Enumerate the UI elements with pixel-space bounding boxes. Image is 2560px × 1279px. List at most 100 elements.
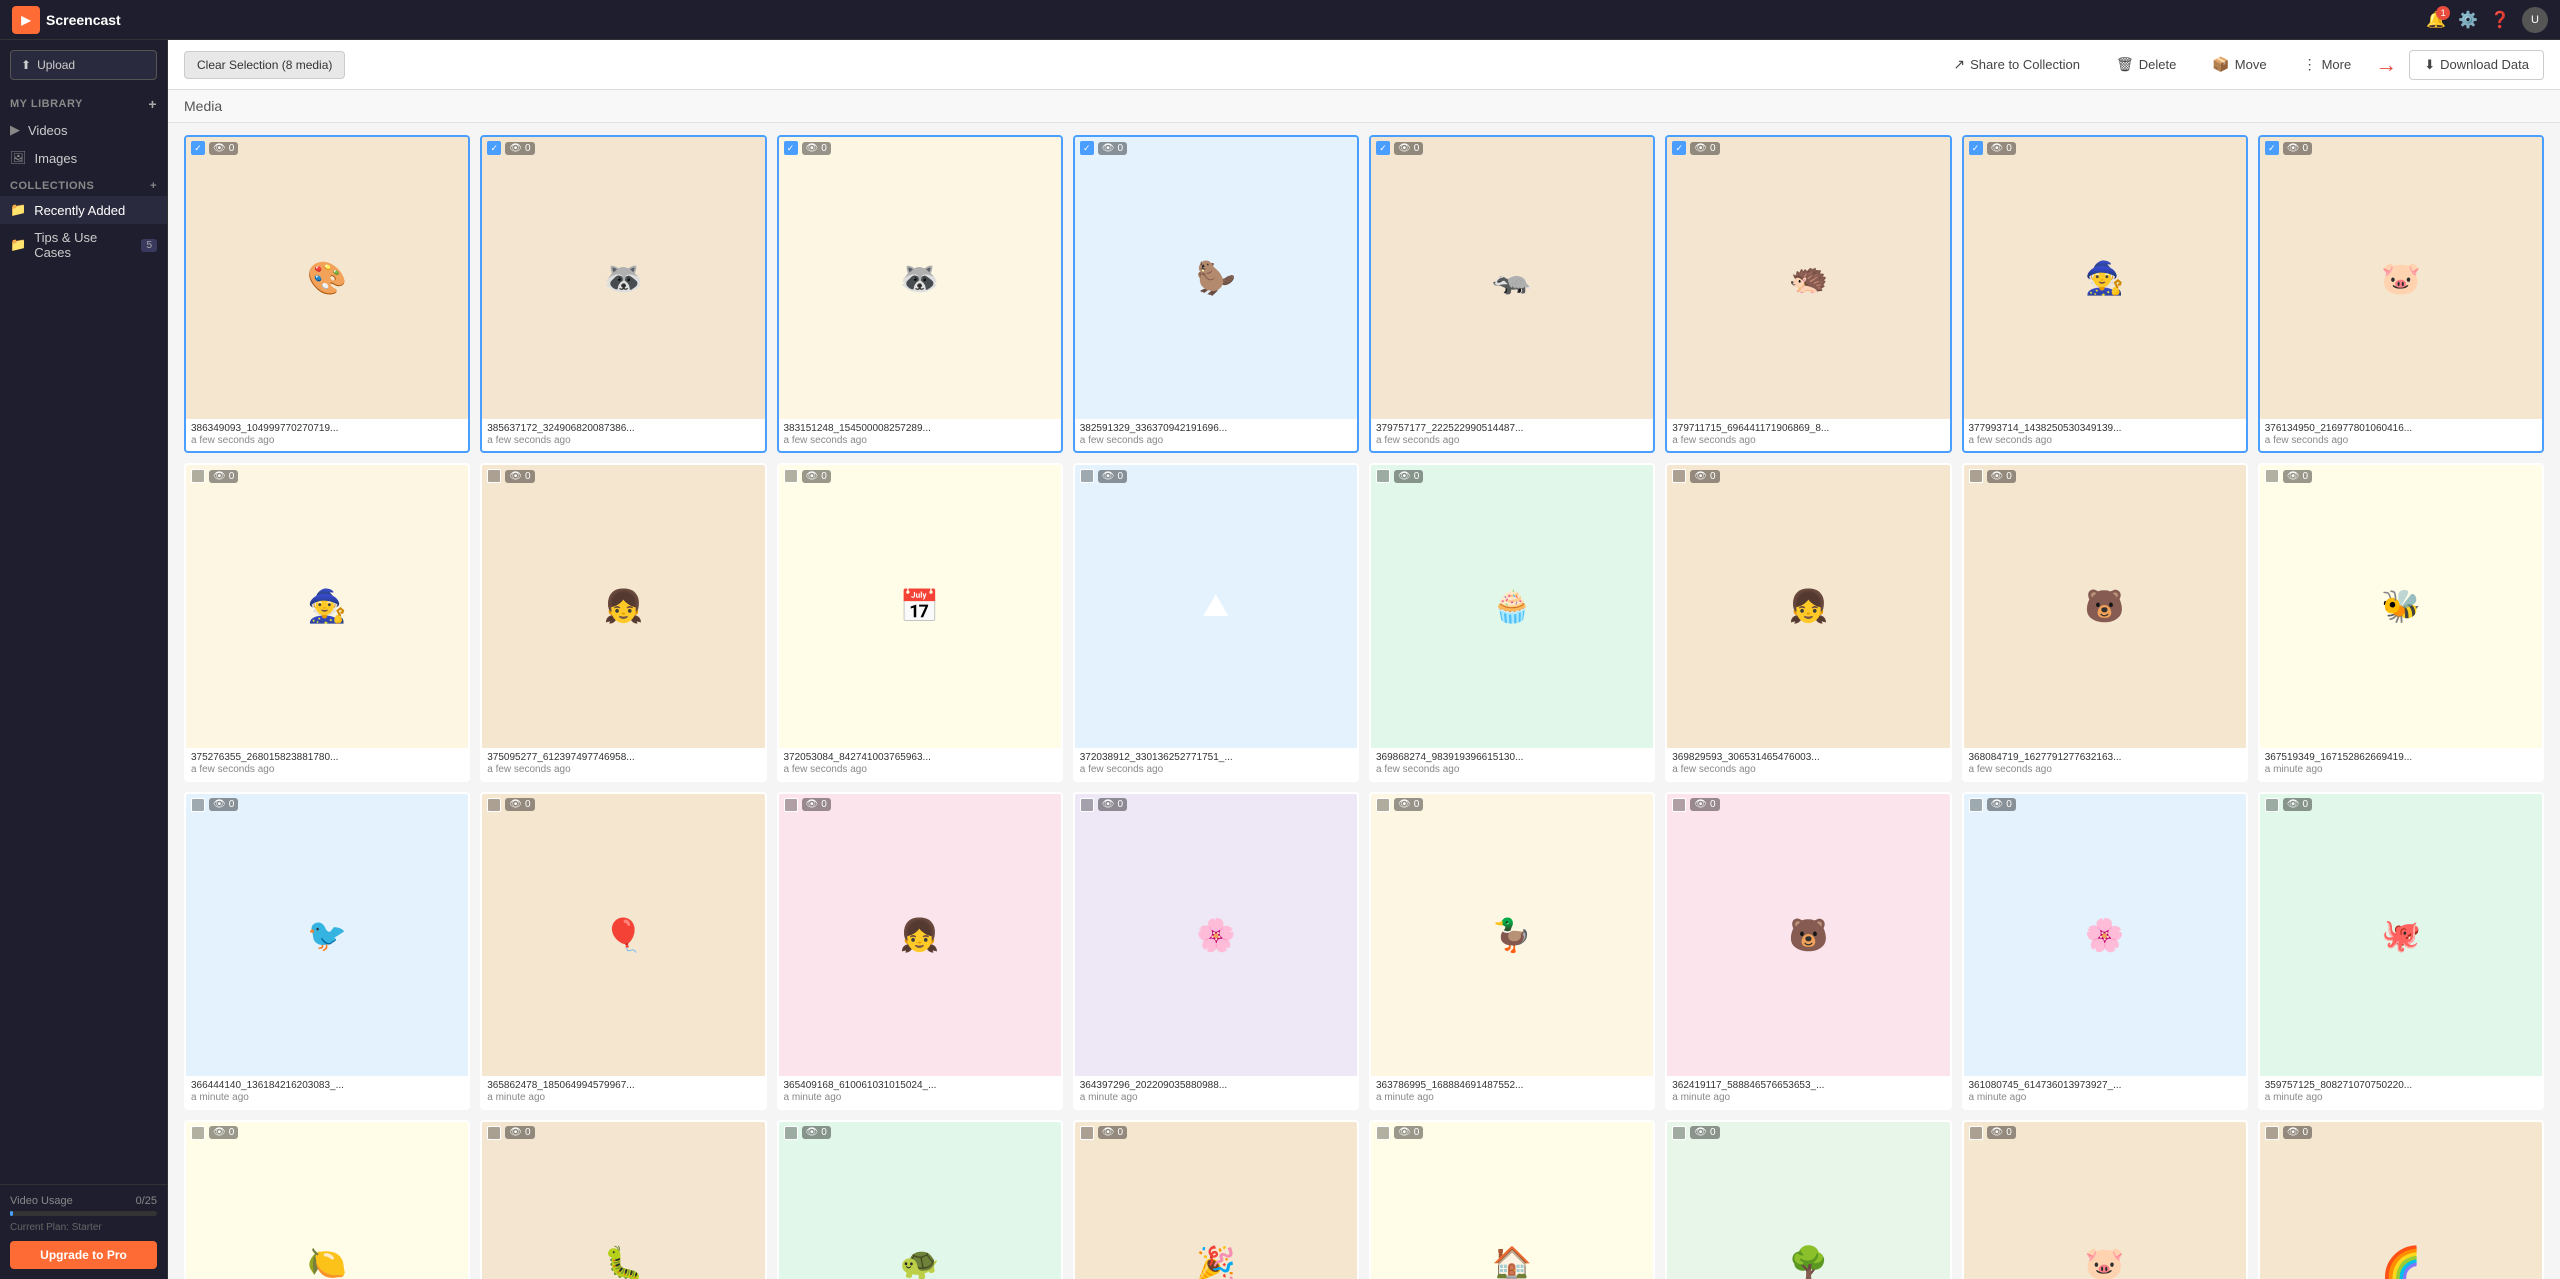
- media-item[interactable]: 👁 0 🍋 358021909_268676699102835... a min…: [184, 1120, 470, 1279]
- item-checkbox[interactable]: [1969, 1126, 1983, 1140]
- notification-icon[interactable]: 🔔 1: [2426, 10, 2446, 30]
- item-checkbox[interactable]: [1672, 1126, 1686, 1140]
- item-checkbox[interactable]: [1080, 798, 1094, 812]
- item-checkbox[interactable]: [191, 469, 205, 483]
- item-checkbox[interactable]: [784, 1126, 798, 1140]
- item-filename: 379711715_696441171906869_8...: [1672, 423, 1944, 434]
- media-item[interactable]: 👁 0 🦫 382591329_336370942191696... a few…: [1073, 135, 1359, 453]
- item-info: 361080745_614736013973927_... a minute a…: [1964, 1076, 2246, 1108]
- item-checkbox[interactable]: [487, 469, 501, 483]
- media-thumbnail: 👁 0 👧: [779, 794, 1061, 1076]
- media-item[interactable]: 👁 0 🦆 363786995_168884691487552... a min…: [1369, 792, 1655, 1110]
- item-checkbox[interactable]: [1672, 798, 1686, 812]
- sidebar-item-images[interactable]: 🖼 Images: [0, 144, 167, 172]
- item-checkbox[interactable]: [2265, 469, 2279, 483]
- item-checkbox[interactable]: [191, 141, 205, 155]
- upgrade-button[interactable]: Upgrade to Pro: [10, 1241, 157, 1269]
- current-plan: Current Plan: Starter: [10, 1222, 157, 1233]
- media-item[interactable]: 👁 0 🐦 366444140_136184216203083_... a mi…: [184, 792, 470, 1110]
- item-checkbox[interactable]: [2265, 1126, 2279, 1140]
- media-item[interactable]: 👁 0 🌈 345471816_795869058408885... a min…: [2258, 1120, 2544, 1279]
- media-item[interactable]: 👁 0 👧 365409168_610061031015024_... a mi…: [777, 792, 1063, 1110]
- item-view-count: 0: [229, 1127, 235, 1138]
- sidebar-item-tips-use-cases[interactable]: 📁 Tips & Use Cases 5: [0, 224, 167, 266]
- media-item[interactable]: 👁 0 🐷 376134950_216977801060416... a few…: [2258, 135, 2544, 453]
- media-item[interactable]: 👁 0 👧 375095277_612397497746958... a few…: [480, 463, 766, 781]
- sidebar-item-videos[interactable]: ▶ Videos: [0, 116, 167, 144]
- top-icons: 🔔 1 ⚙️ ❓ U: [2426, 7, 2548, 33]
- app-logo[interactable]: ▶ Screencast: [12, 6, 121, 34]
- more-button[interactable]: ⋮ More: [2291, 50, 2364, 79]
- media-item[interactable]: 👁 0 🦝 385637172_324906820087386... a few…: [480, 135, 766, 453]
- eye-icon: 👁: [213, 143, 226, 154]
- item-checkbox[interactable]: [191, 798, 205, 812]
- clear-selection-button[interactable]: Clear Selection (8 media): [184, 51, 345, 79]
- media-item[interactable]: 👁 0 🦝 383151248_154500008257289... a few…: [777, 135, 1063, 453]
- media-item[interactable]: 👁 0 🎨 386349093_104999770270719... a few…: [184, 135, 470, 453]
- item-checkbox[interactable]: [784, 469, 798, 483]
- item-checkbox[interactable]: [1080, 469, 1094, 483]
- media-thumbnail: 👁 0 🐷: [1964, 1122, 2246, 1279]
- item-filename: 366444140_136184216203083_...: [191, 1080, 463, 1091]
- item-checkbox[interactable]: [784, 141, 798, 155]
- my-library-add-icon[interactable]: +: [148, 96, 157, 112]
- sidebar-item-recently-added[interactable]: 📁 Recently Added: [0, 196, 167, 224]
- item-overlay: 👁 0: [186, 1122, 468, 1144]
- media-item[interactable]: 👁 0 🧙 377993714_1438250530349139... a fe…: [1962, 135, 2248, 453]
- media-item[interactable]: 👁 0 🐢 352543688_208230115453052... a min…: [777, 1120, 1063, 1279]
- media-item[interactable]: 👁 0 🎈 365862478_185064994579967... a min…: [480, 792, 766, 1110]
- item-checkbox[interactable]: [487, 141, 501, 155]
- item-checkbox[interactable]: [487, 1126, 501, 1140]
- item-checkbox[interactable]: [1969, 141, 1983, 155]
- media-thumbnail: 👁 0 🐻: [1964, 465, 2246, 747]
- item-checkbox[interactable]: [1672, 141, 1686, 155]
- item-checkbox[interactable]: [1376, 141, 1390, 155]
- media-item[interactable]: 👁 0 📅 372053084_842741003765963... a few…: [777, 463, 1063, 781]
- media-item[interactable]: 👁 0 🏠 350466350_670186414920608... a min…: [1369, 1120, 1655, 1279]
- item-checkbox[interactable]: [784, 798, 798, 812]
- item-checkbox[interactable]: [1080, 141, 1094, 155]
- item-checkbox[interactable]: [487, 798, 501, 812]
- media-item[interactable]: 👁 0 🦔 379711715_696441171906869_8... a f…: [1665, 135, 1951, 453]
- share-to-collection-button[interactable]: ↗ Share to Collection: [1941, 50, 2092, 79]
- media-item[interactable]: 👁 0 🐷 346046327_945511596652644... a min…: [1962, 1120, 2248, 1279]
- thumb-emoji: 🧙: [186, 465, 468, 747]
- thumb-emoji: 🐷: [1964, 1122, 2246, 1279]
- download-data-button[interactable]: ⬇ Download Data: [2409, 50, 2544, 80]
- settings-icon[interactable]: ⚙️: [2458, 10, 2478, 30]
- media-item[interactable]: 👁 0 🌸 361080745_614736013973927_... a mi…: [1962, 792, 2248, 1110]
- media-item[interactable]: 👁 0 🦡 379757177_222522990514487... a few…: [1369, 135, 1655, 453]
- media-item[interactable]: 👁 0 🎉 348269120_103110552121002 6... a m…: [1073, 1120, 1359, 1279]
- media-item[interactable]: 👁 0 🌸 364397296_202209035880988... a min…: [1073, 792, 1359, 1110]
- media-item[interactable]: 👁 0 🐝 367519349_167152862669419... a min…: [2258, 463, 2544, 781]
- media-item[interactable]: 👁 0 🐛 357188044_220463099972759... a min…: [480, 1120, 766, 1279]
- move-button[interactable]: 📦 Move: [2200, 50, 2278, 79]
- media-item[interactable]: 👁 0 🧁 369868274_983919396615130... a few…: [1369, 463, 1655, 781]
- media-item[interactable]: 👁 0 🐻 362419117_588846576653653_... a mi…: [1665, 792, 1951, 1110]
- avatar[interactable]: U: [2522, 7, 2548, 33]
- item-checkbox[interactable]: [1376, 798, 1390, 812]
- item-checkbox[interactable]: [1376, 1126, 1390, 1140]
- media-item[interactable]: 👁 0 🧙 375276355_268015823881780... a few…: [184, 463, 470, 781]
- media-item[interactable]: 👁 0 ⛰ 372038912_330136252771751_... a fe…: [1073, 463, 1359, 781]
- eye-icon: 👁: [806, 471, 819, 482]
- item-checkbox[interactable]: [2265, 798, 2279, 812]
- item-checkbox[interactable]: [1376, 469, 1390, 483]
- item-checkbox[interactable]: [1672, 469, 1686, 483]
- help-icon[interactable]: ❓: [2490, 10, 2510, 30]
- delete-button[interactable]: 🗑 Delete: [2104, 50, 2188, 79]
- media-item[interactable]: 👁 0 👧 369829593_306531465476003... a few…: [1665, 463, 1951, 781]
- media-item[interactable]: 👁 0 🌳 347328847_224557273643491... a min…: [1665, 1120, 1951, 1279]
- item-checkbox[interactable]: [191, 1126, 205, 1140]
- item-time: a few seconds ago: [1376, 435, 1648, 446]
- item-checkbox[interactable]: [1080, 1126, 1094, 1140]
- recently-added-icon: 📁: [10, 202, 26, 218]
- item-checkbox[interactable]: [1969, 798, 1983, 812]
- upload-button[interactable]: ⬆ Upload: [10, 50, 157, 80]
- media-item[interactable]: 👁 0 🐙 359757125_808271070750220... a min…: [2258, 792, 2544, 1110]
- item-meta: 👁 0: [209, 1126, 238, 1139]
- item-checkbox[interactable]: [1969, 469, 1983, 483]
- item-checkbox[interactable]: [2265, 141, 2279, 155]
- media-item[interactable]: 👁 0 🐻 368084719_1627791277632163... a fe…: [1962, 463, 2248, 781]
- collections-add-icon[interactable]: +: [150, 180, 157, 192]
